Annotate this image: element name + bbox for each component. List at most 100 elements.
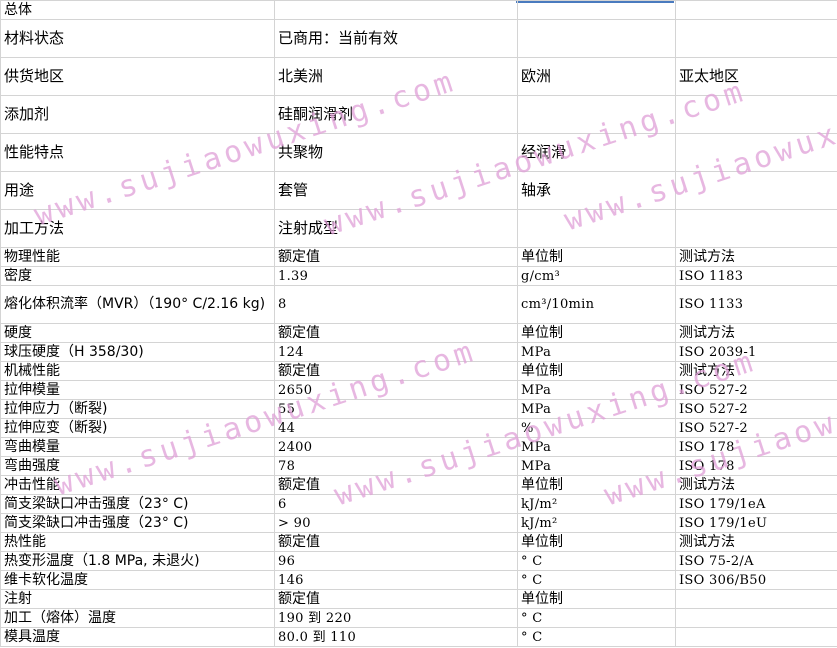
- table-cell: [675, 0, 837, 20]
- row-label: 加工方法: [0, 209, 275, 248]
- table-row: 添加剂 硅酮润滑剂: [0, 95, 837, 134]
- section-label: 总体: [0, 0, 275, 20]
- table-cell: MPa: [517, 399, 676, 419]
- table-cell: %: [517, 418, 676, 438]
- table-cell: ISO 1183: [675, 266, 837, 286]
- table-cell: ISO 527-2: [675, 418, 837, 438]
- column-header: 单位制: [517, 532, 676, 552]
- column-header: 额定值: [274, 532, 518, 552]
- table-cell: ° C: [517, 627, 676, 647]
- column-header: 单位制: [517, 475, 676, 495]
- table-cell: kJ/m²: [517, 513, 676, 533]
- table-cell: MPa: [517, 456, 676, 476]
- table-cell: 2400: [274, 437, 518, 457]
- table-row: 机械性能 额定值 单位制 测试方法: [0, 361, 837, 381]
- row-label: 简支梁缺口冲击强度（23° C): [0, 513, 275, 533]
- table-cell: [675, 209, 837, 248]
- table-cell: 6: [274, 494, 518, 514]
- table-cell: ISO 178: [675, 437, 837, 457]
- table-row: 热性能 额定值 单位制 测试方法: [0, 532, 837, 552]
- table-cell: ISO 178: [675, 456, 837, 476]
- table-row: 硬度 额定值 单位制 测试方法: [0, 323, 837, 343]
- table-row: 维卡软化温度 146 ° C ISO 306/B50: [0, 570, 837, 590]
- table-cell: 96: [274, 551, 518, 571]
- table-row: 加工方法 注射成型: [0, 209, 837, 248]
- column-header: 额定值: [274, 475, 518, 495]
- table-row: 冲击性能 额定值 单位制 测试方法: [0, 475, 837, 495]
- table-cell: 2650: [274, 380, 518, 400]
- table-row: 供货地区 北美洲 欧洲 亚太地区: [0, 57, 837, 96]
- table-cell: [675, 171, 837, 210]
- table-cell: 44: [274, 418, 518, 438]
- section-label: 冲击性能: [0, 475, 275, 495]
- row-label: 用途: [0, 171, 275, 210]
- table-cell: 套管: [274, 171, 518, 210]
- table-row: 简支梁缺口冲击强度（23° C) 6 kJ/m² ISO 179/1eA: [0, 494, 837, 514]
- table-cell: [675, 627, 837, 647]
- table-row: 熔化体积流率（MVR）（190° C/2.16 kg) 8 cm³/10min …: [0, 285, 837, 324]
- section-label: 注射: [0, 589, 275, 609]
- table-cell: [517, 0, 676, 20]
- material-properties-table: 总体 材料状态 已商用：当前有效 供货地区 北美洲 欧洲 亚太地区 添加剂 硅酮…: [0, 0, 837, 647]
- table-cell: 欧洲: [517, 57, 676, 96]
- table-cell: 124: [274, 342, 518, 362]
- table-cell: [517, 95, 676, 134]
- table-row: 加工（熔体）温度 190 到 220 ° C: [0, 608, 837, 628]
- row-label: 供货地区: [0, 57, 275, 96]
- table-row: 热变形温度（1.8 MPa, 未退火) 96 ° C ISO 75-2/A: [0, 551, 837, 571]
- table-cell: 轴承: [517, 171, 676, 210]
- table-row: 球压硬度（H 358/30) 124 MPa ISO 2039-1: [0, 342, 837, 362]
- row-label: 添加剂: [0, 95, 275, 134]
- table-cell: 8: [274, 285, 518, 324]
- table-row: 材料状态 已商用：当前有效: [0, 19, 837, 58]
- table-cell: 55: [274, 399, 518, 419]
- column-header: 单位制: [517, 589, 676, 609]
- column-header: 额定值: [274, 361, 518, 381]
- column-header: 测试方法: [675, 361, 837, 381]
- table-row: 物理性能 额定值 单位制 测试方法: [0, 247, 837, 267]
- table-cell: cm³/10min: [517, 285, 676, 324]
- table-row: 弯曲强度 78 MPa ISO 178: [0, 456, 837, 476]
- table-row: 模具温度 80.0 到 110 ° C: [0, 627, 837, 647]
- table-row: 注射 额定值 单位制: [0, 589, 837, 609]
- column-header: 单位制: [517, 247, 676, 267]
- column-header: 测试方法: [675, 323, 837, 343]
- table-cell: kJ/m²: [517, 494, 676, 514]
- table-cell: 共聚物: [274, 133, 518, 172]
- table-cell: ° C: [517, 551, 676, 571]
- row-label: 拉伸应力（断裂): [0, 399, 275, 419]
- table-cell: 80.0 到 110: [274, 627, 518, 647]
- row-label: 球压硬度（H 358/30): [0, 342, 275, 362]
- table-cell: MPa: [517, 342, 676, 362]
- table-cell: [675, 95, 837, 134]
- row-label: 模具温度: [0, 627, 275, 647]
- column-header: 额定值: [274, 589, 518, 609]
- table-cell: > 90: [274, 513, 518, 533]
- table-row: 弯曲模量 2400 MPa ISO 178: [0, 437, 837, 457]
- column-header: 单位制: [517, 323, 676, 343]
- table-cell: 经润滑: [517, 133, 676, 172]
- table-cell: ISO 306/B50: [675, 570, 837, 590]
- table-cell: 190 到 220: [274, 608, 518, 628]
- table-cell: ISO 2039-1: [675, 342, 837, 362]
- table-row: 总体: [0, 0, 837, 20]
- column-header: 额定值: [274, 323, 518, 343]
- table-cell: [675, 608, 837, 628]
- table-row: 密度 1.39 g/cm³ ISO 1183: [0, 266, 837, 286]
- table-row: 性能特点 共聚物 经润滑: [0, 133, 837, 172]
- column-header: 测试方法: [675, 475, 837, 495]
- table-cell: ISO 179/1eA: [675, 494, 837, 514]
- row-label: 拉伸应变（断裂): [0, 418, 275, 438]
- table-cell: [675, 19, 837, 58]
- table-cell: ° C: [517, 570, 676, 590]
- table-cell: 注射成型: [274, 209, 518, 248]
- row-label: 拉伸模量: [0, 380, 275, 400]
- table-row: 用途 套管 轴承: [0, 171, 837, 210]
- table-cell: 1.39: [274, 266, 518, 286]
- table-cell: 亚太地区: [675, 57, 837, 96]
- row-label: 加工（熔体）温度: [0, 608, 275, 628]
- row-label: 性能特点: [0, 133, 275, 172]
- table-cell: ISO 75-2/A: [675, 551, 837, 571]
- row-label: 密度: [0, 266, 275, 286]
- row-label: 热变形温度（1.8 MPa, 未退火): [0, 551, 275, 571]
